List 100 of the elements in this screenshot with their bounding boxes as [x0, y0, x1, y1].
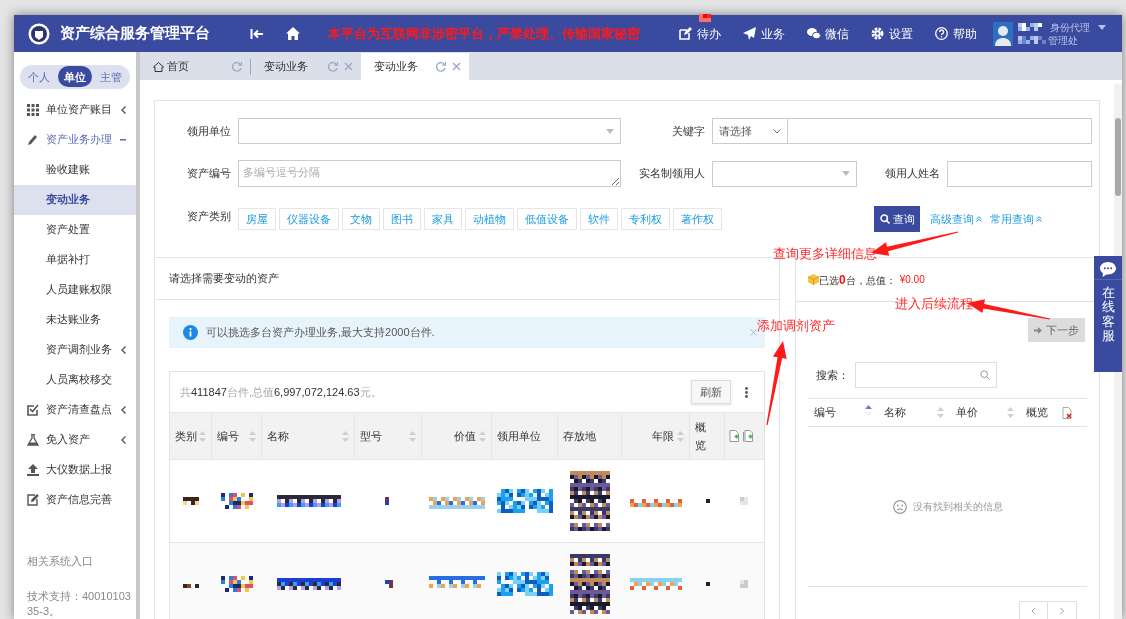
- related-systems-heading: 相关系统入口: [26, 553, 94, 569]
- column-header[interactable]: 年限: [622, 413, 690, 459]
- submenu-item[interactable]: 人员建账权限: [14, 274, 136, 305]
- menu-item[interactable]: 资产信息完善: [14, 484, 136, 515]
- refresh-icon[interactable]: [435, 61, 446, 72]
- remove-all-icon[interactable]: [1062, 406, 1072, 419]
- holder-name-input[interactable]: [947, 160, 1092, 187]
- close-icon[interactable]: [750, 329, 757, 336]
- field-label: 资产类别: [186, 209, 232, 224]
- more-options-icon[interactable]: [745, 386, 748, 398]
- pixelated-text: [183, 497, 199, 505]
- sort-icon[interactable]: [199, 430, 206, 442]
- sort-icon[interactable]: [342, 430, 349, 442]
- column-header[interactable]: 名称: [878, 404, 950, 421]
- nav-link[interactable]: 业务: [743, 24, 785, 43]
- nav-link[interactable]: 待办: [679, 24, 721, 43]
- page-tab[interactable]: 变动业务: [251, 53, 361, 80]
- app-title: 资产综合服务管理平台: [60, 23, 210, 44]
- menu-item[interactable]: 资产清查盘点: [14, 394, 136, 425]
- sort-icon[interactable]: [937, 407, 944, 418]
- menu-item[interactable]: 大仪数据上报: [14, 454, 136, 485]
- scope-tab[interactable]: 个人: [22, 66, 56, 88]
- submenu-item[interactable]: 未达账业务: [14, 304, 136, 335]
- sad-face-icon: [892, 499, 907, 514]
- submenu-item[interactable]: 资产调剂业务: [14, 334, 136, 365]
- asset-number-field[interactable]: 多编号逗号分隔: [238, 160, 621, 187]
- column-header[interactable]: 编号: [808, 404, 878, 421]
- home-icon: [153, 61, 164, 72]
- close-icon[interactable]: [452, 62, 461, 71]
- column-header[interactable]: 类别: [170, 413, 212, 459]
- column-header[interactable]: 领用单位: [492, 413, 558, 459]
- chevron-left-icon[interactable]: [121, 435, 126, 444]
- submenu-item[interactable]: 单据补打: [14, 244, 136, 275]
- close-icon[interactable]: [344, 62, 353, 71]
- nav-link[interactable]: 帮助: [935, 24, 977, 43]
- add-file-icon[interactable]: [729, 430, 739, 442]
- submenu-item[interactable]: 变动业务: [14, 184, 136, 215]
- refresh-icon[interactable]: [327, 61, 338, 72]
- chevron-left-icon[interactable]: [121, 405, 126, 414]
- sort-icon[interactable]: [409, 430, 416, 442]
- pixelated-text: [276, 578, 341, 590]
- selected-total-value: ¥0.00: [899, 273, 925, 287]
- refresh-button[interactable]: 刷新: [691, 380, 731, 404]
- keyword-type-select[interactable]: 请选择: [712, 118, 788, 144]
- pixelated-text: [570, 554, 610, 614]
- dropdown-caret-icon: [842, 171, 850, 176]
- search-field[interactable]: [855, 362, 997, 388]
- column-header[interactable]: 型号: [355, 413, 422, 459]
- avatar-icon: [993, 21, 1013, 46]
- submenu-item[interactable]: 人员离校移交: [14, 364, 136, 395]
- scope-tab[interactable]: 单位: [58, 66, 92, 88]
- menu-item[interactable]: 资产业务办理: [14, 124, 136, 155]
- sort-icon[interactable]: [677, 430, 684, 442]
- page-tab[interactable]: 变动业务: [361, 53, 469, 80]
- upload-icon: [27, 463, 39, 476]
- nav-link[interactable]: 微信: [807, 24, 849, 43]
- column-header[interactable]: 单价: [950, 404, 1020, 421]
- scope-tab[interactable]: 主管: [94, 66, 128, 88]
- menu-item[interactable]: 免入资产: [14, 424, 136, 455]
- menu-item[interactable]: 单位资产账目: [14, 94, 136, 125]
- column-header[interactable]: 价值: [422, 413, 492, 459]
- asset-total-summary: 共411847台件,总值6,997,072,124.63元。: [180, 384, 382, 400]
- sort-ascending-icon[interactable]: [865, 405, 872, 416]
- field-label: 实名制领用人: [638, 166, 706, 182]
- holder-select[interactable]: [712, 160, 857, 187]
- chevron-left-icon[interactable]: [121, 105, 126, 114]
- chevron-left-icon[interactable]: [121, 345, 126, 354]
- nav-link[interactable]: 设置: [871, 24, 913, 43]
- query-button[interactable]: 查询: [874, 206, 920, 232]
- search-icon: [980, 370, 990, 380]
- pixelated-text: [740, 497, 748, 505]
- sort-icon[interactable]: [249, 430, 256, 442]
- selected-count: 已选0台，总值：: [819, 271, 896, 289]
- home-icon[interactable]: [286, 27, 300, 40]
- caret-down-icon[interactable]: [1098, 24, 1106, 30]
- collapse-icon[interactable]: [250, 27, 264, 40]
- online-service-tab[interactable]: 在线客服: [1094, 256, 1122, 372]
- column-header[interactable]: 编号: [212, 413, 262, 459]
- chat-bubble-icon: [1100, 262, 1116, 277]
- role-proxy-link[interactable]: 身份代理: [1050, 20, 1090, 34]
- column-header[interactable]: 存放地: [558, 413, 622, 459]
- minus-icon[interactable]: [120, 138, 126, 141]
- refresh-icon[interactable]: [231, 61, 242, 72]
- pixelated-text: [1018, 36, 1046, 44]
- sort-icon[interactable]: [1007, 407, 1014, 418]
- search-label: 搜索：: [816, 367, 849, 383]
- keyword-input[interactable]: [788, 118, 1092, 144]
- submenu-item[interactable]: 资产处置: [14, 214, 136, 245]
- column-header[interactable]: 名称: [262, 413, 355, 459]
- column-header[interactable]: 概览: [1020, 404, 1060, 421]
- column-header[interactable]: 概览: [690, 413, 725, 459]
- sort-icon[interactable]: [479, 430, 486, 442]
- page-tab[interactable]: 首页: [145, 53, 250, 80]
- submenu-item[interactable]: 验收建账: [14, 154, 136, 185]
- add-files-icon[interactable]: [743, 430, 753, 442]
- panel-title: 请选择需要变动的资产: [155, 258, 779, 300]
- dropdown-caret-icon: [773, 128, 781, 134]
- emblem-logo: [28, 22, 50, 45]
- unit-select[interactable]: [238, 118, 621, 144]
- alert-message: 可以挑选多台资产办理业务,最大支持2000台件.: [206, 325, 435, 341]
